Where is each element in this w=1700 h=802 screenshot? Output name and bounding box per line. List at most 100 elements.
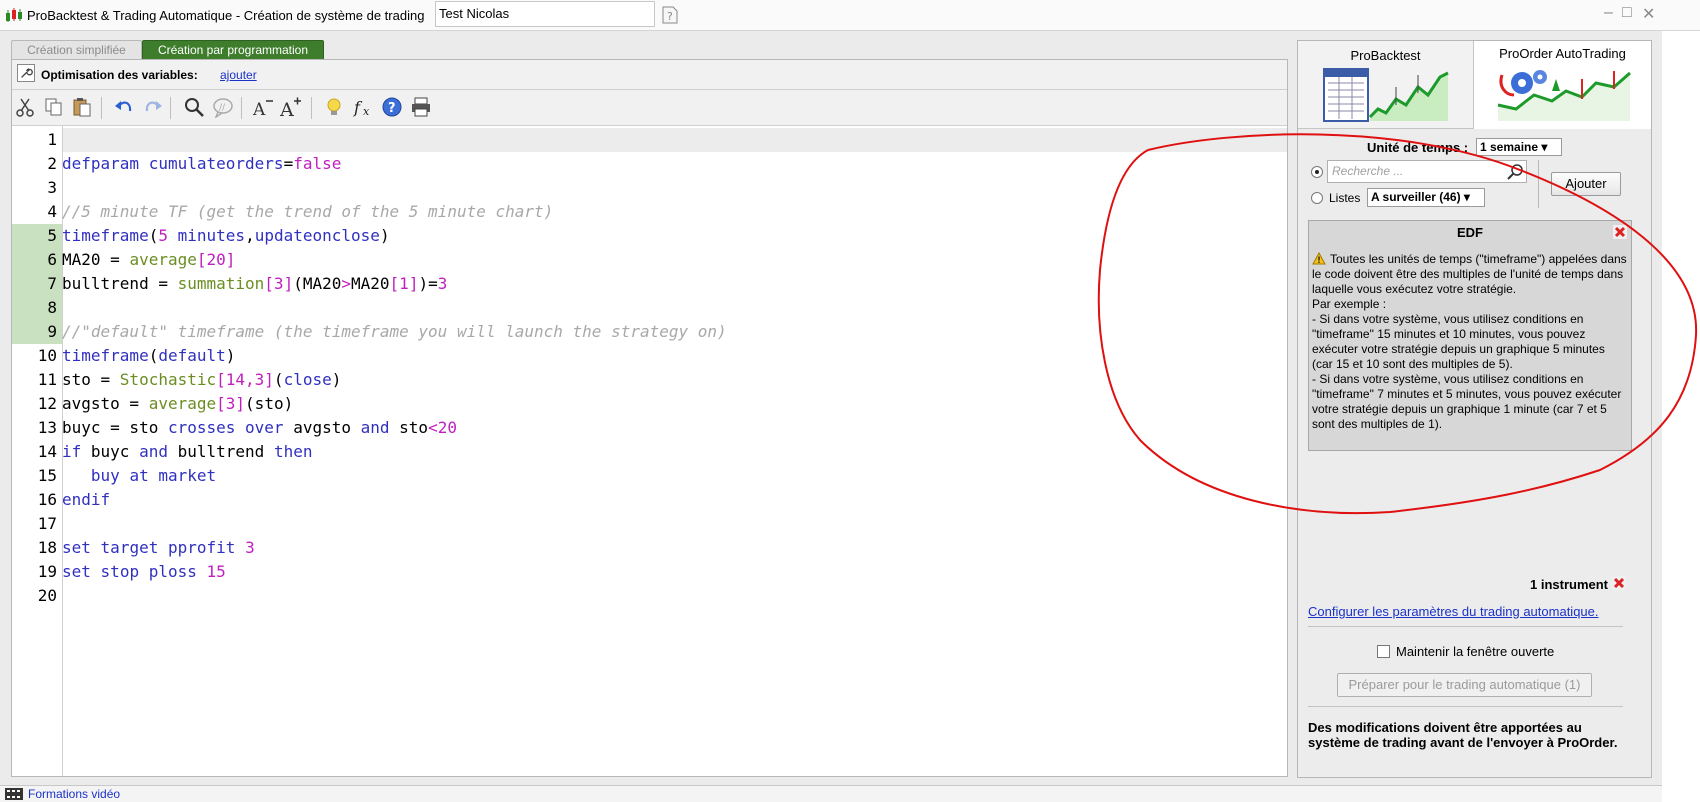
font-increase-icon[interactable]: A [280,96,302,118]
line-number: 8 [47,298,57,317]
search-icon[interactable] [1507,163,1525,181]
svg-text:A: A [252,100,266,118]
vertical-separator [1538,160,1539,208]
tab-programming-creation[interactable]: Création par programmation [142,40,324,59]
app-candlestick-icon [6,8,22,22]
current-line-highlight [63,128,1287,152]
code-line[interactable]: buyc = sto crosses over avgsto and sto<2… [62,416,457,440]
line-number: 7 [47,274,57,293]
toolbar-separator [311,97,312,119]
code-line[interactable]: if buyc and bulltrend then [62,440,312,464]
timeframe-warning-text: Toutes les unités de temps ("timeframe")… [1312,252,1628,432]
comment-icon[interactable]: // [212,96,234,118]
time-unit-label: Unité de temps : [1367,140,1469,155]
code-line[interactable]: defparam cumulateorders=false [62,152,341,176]
keep-window-open-checkbox[interactable] [1377,645,1390,658]
function-icon[interactable]: fx [352,96,374,118]
tab-simplified-creation[interactable]: Création simplifiée [11,40,142,59]
paste-icon[interactable] [71,96,93,118]
modifications-required-text: Des modifications doivent être apportées… [1308,720,1618,750]
line-number: 3 [47,178,57,197]
time-unit-select[interactable]: 1 semaine ▾ [1476,138,1562,156]
line-number: 5 [47,226,57,245]
code-line[interactable]: set target pprofit 3 [62,536,255,560]
code-line[interactable]: set stop ploss 15 [62,560,226,584]
svg-text:f: f [353,98,363,117]
undo-icon[interactable] [113,96,135,118]
watchlist-select[interactable]: A surveiller (46) ▾ [1367,188,1485,207]
redo-icon[interactable] [142,96,164,118]
lists-radio[interactable] [1311,192,1323,204]
warning-icon [1312,252,1326,265]
backtest-chart-icon [1323,68,1449,122]
wrench-icon[interactable] [17,64,35,82]
line-number: 6 [47,250,57,269]
code-line[interactable]: timeframe(5 minutes,updateonclose) [62,224,390,248]
svg-text:x: x [363,105,370,118]
search-input[interactable]: Recherche ... [1327,160,1527,183]
video-tutorials-link[interactable]: Formations vidéo [28,787,120,801]
keep-window-open-label: Maintenir la fenêtre ouverte [1396,644,1555,659]
tab-autotrading-label: ProOrder AutoTrading [1499,46,1626,61]
code-line[interactable]: avgsto = average[3](sto) [62,392,293,416]
svg-text://: // [219,103,226,113]
video-icon [5,788,23,800]
line-number: 1 [47,130,57,149]
system-name-input[interactable]: Test Nicolas [435,1,655,27]
line-number: 13 [37,418,57,437]
tab-probacktest-label: ProBacktest [1350,48,1421,63]
svg-text:A: A [280,99,294,118]
instrument-name: EDF [1457,225,1483,240]
code-line[interactable]: bulltrend = summation[3](MA20>MA20[1])=3 [62,272,447,296]
bulb-icon[interactable] [323,96,345,118]
radio-dot [1315,170,1319,174]
print-icon[interactable] [410,96,432,118]
close-icon[interactable] [1613,225,1627,239]
font-decrease-icon[interactable]: A [252,96,274,118]
svg-text:?: ? [388,101,396,116]
toolbar-separator [101,97,102,119]
cut-icon[interactable] [14,96,36,118]
help-document-icon[interactable]: ? [660,5,680,25]
code-line[interactable]: //5 minute TF (get the trend of the 5 mi… [62,200,553,224]
window-title: ProBacktest & Trading Automatique - Créa… [27,8,425,23]
minimize-button[interactable]: – [1604,4,1613,22]
code-line[interactable]: endif [62,488,110,512]
warning-message: Toutes les unités de temps ("timeframe")… [1312,252,1627,431]
search-icon[interactable] [183,96,205,118]
line-number: 2 [47,154,57,173]
search-radio[interactable] [1311,166,1323,178]
line-number: 9 [47,322,57,341]
help-icon[interactable]: ? [381,96,403,118]
tab-proorder-autotrading[interactable]: ProOrder AutoTrading [1474,41,1651,129]
copy-icon[interactable] [43,96,65,118]
toolbar-separator [241,97,242,119]
toolbar-separator [170,97,171,119]
code-line[interactable]: timeframe(default) [62,344,235,368]
line-number: 11 [37,370,57,389]
close-window-button[interactable]: ✕ [1642,4,1655,24]
code-line[interactable]: //"default" timeframe (the timeframe you… [62,320,727,344]
divider [1308,706,1623,707]
add-variable-link[interactable]: ajouter [220,68,257,82]
optimisation-label: Optimisation des variables: [41,68,198,82]
line-number: 19 [37,562,57,581]
code-line[interactable]: MA20 = average[20] [62,248,235,272]
maximize-button[interactable]: □ [1622,4,1632,22]
add-button[interactable]: Ajouter [1551,172,1621,196]
divider [1308,626,1623,627]
line-number: 16 [37,490,57,509]
autotrading-chart-icon [1497,70,1631,121]
line-number: 14 [37,442,57,461]
optimisation-bar [12,60,1287,90]
code-line[interactable]: buy at market [62,464,216,488]
prepare-autotrading-button[interactable]: Préparer pour le trading automatique (1) [1337,673,1592,697]
code-line[interactable]: sto = Stochastic[14,3](close) [62,368,341,392]
remove-instrument-icon[interactable] [1612,576,1626,590]
line-number: 20 [37,586,57,605]
tab-probacktest[interactable]: ProBacktest [1298,41,1474,129]
configure-autotrading-link[interactable]: Configurer les paramètres du trading aut… [1308,604,1599,619]
lists-label: Listes [1329,191,1361,205]
instrument-count: 1 instrument [1530,577,1609,592]
line-number: 17 [37,514,57,533]
